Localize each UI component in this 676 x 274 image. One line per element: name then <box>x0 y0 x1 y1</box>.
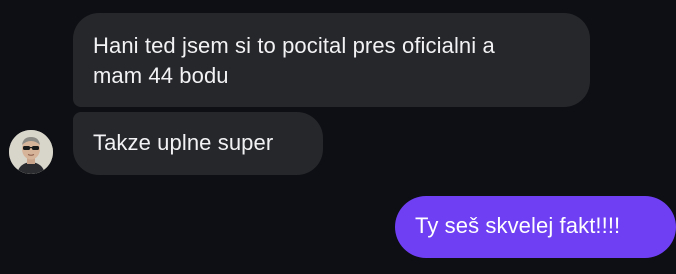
message-text-line: Hani ted jsem si to pocital pres oficial… <box>93 33 495 58</box>
outgoing-message-bubble[interactable]: Ty seš skvelej fakt!!!! <box>395 196 676 258</box>
message-text: Takze uplne super <box>93 130 274 155</box>
person-with-sunglasses-avatar-icon <box>9 130 53 174</box>
chat-thread: Hani ted jsem si to pocital pres oficial… <box>0 0 676 274</box>
message-text: Ty seš skvelej fakt!!!! <box>415 213 621 238</box>
avatar[interactable] <box>9 130 53 174</box>
incoming-message-bubble[interactable]: Takze uplne super <box>73 112 323 175</box>
message-text-line: mam 44 bodu <box>93 63 229 88</box>
incoming-message-bubble[interactable]: Hani ted jsem si to pocital pres oficial… <box>73 13 590 107</box>
